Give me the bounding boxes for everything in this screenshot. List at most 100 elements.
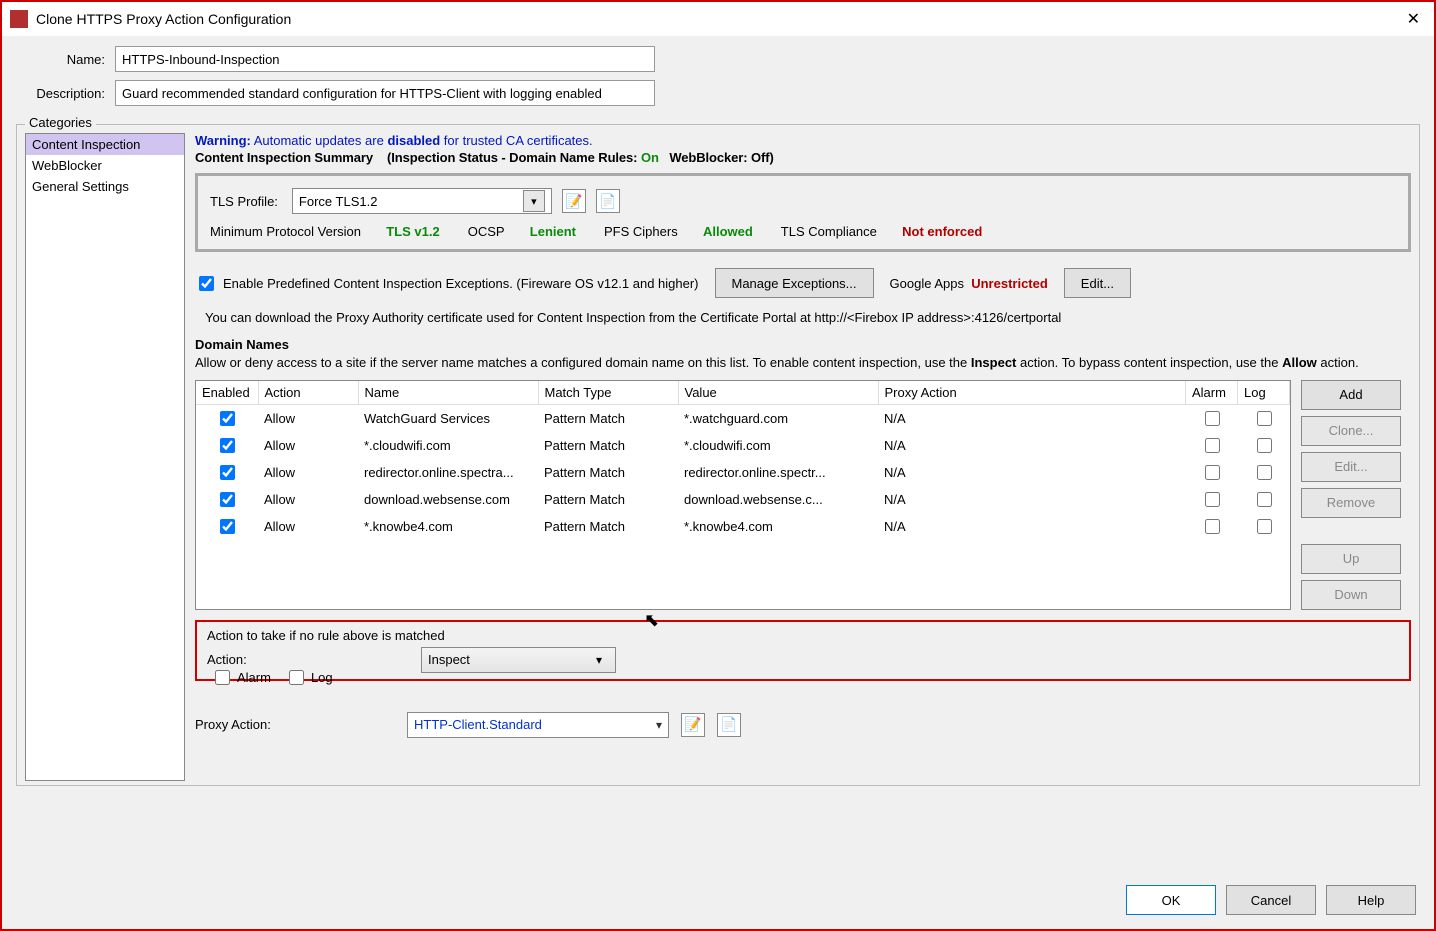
col-match[interactable]: Match Type xyxy=(538,381,678,405)
row-name: *.knowbe4.com xyxy=(358,513,538,540)
chevron-down-icon[interactable]: ▾ xyxy=(589,653,609,667)
add-button[interactable]: Add xyxy=(1301,380,1401,410)
row-enabled-checkbox[interactable] xyxy=(220,411,235,426)
fallback-alarm-checkbox[interactable] xyxy=(215,670,230,685)
chevron-down-icon[interactable]: ▾ xyxy=(523,190,545,212)
row-alarm-checkbox[interactable] xyxy=(1205,411,1220,426)
cancel-button[interactable]: Cancel xyxy=(1226,885,1316,915)
categories-fieldset: Categories Content Inspection WebBlocker… xyxy=(16,124,1420,786)
row-name: download.websense.com xyxy=(358,486,538,513)
cat-item-webblocker[interactable]: WebBlocker xyxy=(26,155,184,176)
exceptions-checkbox[interactable] xyxy=(199,276,214,291)
pfs-value: Allowed xyxy=(703,224,753,239)
categories-list[interactable]: Content Inspection WebBlocker General Se… xyxy=(25,133,185,781)
fallback-log-wrap[interactable]: Log xyxy=(285,667,333,688)
fallback-log-checkbox[interactable] xyxy=(289,670,304,685)
tls-profile-label: TLS Profile: xyxy=(210,194,278,209)
help-button[interactable]: Help xyxy=(1326,885,1416,915)
row-alarm-checkbox[interactable] xyxy=(1205,465,1220,480)
col-enabled[interactable]: Enabled xyxy=(196,381,258,405)
compliance-value: Not enforced xyxy=(902,224,982,239)
tls-profile-select[interactable]: Force TLS1.2 ▾ xyxy=(292,188,552,214)
fallback-action-label: Action: xyxy=(207,652,407,667)
manage-exceptions-button[interactable]: Manage Exceptions... xyxy=(715,268,874,298)
google-apps-value: Unrestricted xyxy=(971,276,1048,291)
table-row[interactable]: Allow*.cloudwifi.comPattern Match*.cloud… xyxy=(196,432,1290,459)
add-tls-icon[interactable]: 📄 xyxy=(596,189,620,213)
row-value: *.watchguard.com xyxy=(678,404,878,432)
ocsp-value: Lenient xyxy=(530,224,576,239)
row-enabled-checkbox[interactable] xyxy=(220,465,235,480)
row-log-checkbox[interactable] xyxy=(1257,519,1272,534)
app-icon xyxy=(10,10,28,28)
warning-prefix: Warning: xyxy=(195,133,251,148)
table-row[interactable]: Allowredirector.online.spectra...Pattern… xyxy=(196,459,1290,486)
row-match: Pattern Match xyxy=(538,432,678,459)
fallback-header: Action to take if no rule above is match… xyxy=(207,628,1399,643)
name-input[interactable] xyxy=(115,46,655,72)
description-input[interactable] xyxy=(115,80,655,106)
row-log-checkbox[interactable] xyxy=(1257,492,1272,507)
row-enabled-checkbox[interactable] xyxy=(220,519,235,534)
proxy-action-label: Proxy Action: xyxy=(195,717,395,732)
row-match: Pattern Match xyxy=(538,404,678,432)
ok-button[interactable]: OK xyxy=(1126,885,1216,915)
min-protocol-value: TLS v1.2 xyxy=(386,224,439,239)
exceptions-checkbox-label: Enable Predefined Content Inspection Exc… xyxy=(223,276,699,291)
fallback-alarm-label: Alarm xyxy=(237,670,271,685)
row-match: Pattern Match xyxy=(538,486,678,513)
chevron-down-icon[interactable]: ▾ xyxy=(656,718,662,732)
row-alarm-checkbox[interactable] xyxy=(1205,519,1220,534)
up-button[interactable]: Up xyxy=(1301,544,1401,574)
proxy-action-select[interactable]: HTTP-Client.Standard ▾ xyxy=(407,712,669,738)
add-proxy-icon[interactable]: 📄 xyxy=(717,713,741,737)
domain-names-header: Domain Names xyxy=(195,337,1411,352)
clone-button[interactable]: Clone... xyxy=(1301,416,1401,446)
row-alarm-checkbox[interactable] xyxy=(1205,492,1220,507)
domain-names-table[interactable]: Enabled Action Name Match Type Value Pro… xyxy=(195,380,1291,610)
row-proxy: N/A xyxy=(878,486,1186,513)
col-alarm[interactable]: Alarm xyxy=(1186,381,1238,405)
cat-item-content-inspection[interactable]: Content Inspection xyxy=(26,134,184,155)
col-proxy[interactable]: Proxy Action xyxy=(878,381,1186,405)
row-action: Allow xyxy=(258,513,358,540)
close-icon[interactable]: ✕ xyxy=(1401,9,1426,29)
row-action: Allow xyxy=(258,404,358,432)
row-proxy: N/A xyxy=(878,432,1186,459)
cert-note: You can download the Proxy Authority cer… xyxy=(205,310,1411,325)
row-enabled-checkbox[interactable] xyxy=(220,492,235,507)
row-action: Allow xyxy=(258,432,358,459)
row-alarm-checkbox[interactable] xyxy=(1205,438,1220,453)
name-label: Name: xyxy=(20,52,105,67)
row-log-checkbox[interactable] xyxy=(1257,411,1272,426)
row-enabled-checkbox[interactable] xyxy=(220,438,235,453)
row-value: *.knowbe4.com xyxy=(678,513,878,540)
col-log[interactable]: Log xyxy=(1238,381,1290,405)
row-log-checkbox[interactable] xyxy=(1257,438,1272,453)
google-apps-label: Google Apps xyxy=(890,276,964,291)
col-action[interactable]: Action xyxy=(258,381,358,405)
down-button[interactable]: Down xyxy=(1301,580,1401,610)
col-value[interactable]: Value xyxy=(678,381,878,405)
edit-button[interactable]: Edit... xyxy=(1301,452,1401,482)
description-label: Description: xyxy=(20,86,105,101)
row-log-checkbox[interactable] xyxy=(1257,465,1272,480)
remove-button[interactable]: Remove xyxy=(1301,488,1401,518)
row-name: *.cloudwifi.com xyxy=(358,432,538,459)
edit-proxy-icon[interactable]: 📝 xyxy=(681,713,705,737)
table-row[interactable]: AllowWatchGuard ServicesPattern Match*.w… xyxy=(196,404,1290,432)
edit-tls-icon[interactable]: 📝 xyxy=(562,189,586,213)
form-top: Name: Description: xyxy=(2,36,1434,120)
domain-names-description: Allow or deny access to a site if the se… xyxy=(195,354,1411,372)
fallback-alarm-wrap[interactable]: Alarm xyxy=(211,667,271,688)
col-name[interactable]: Name xyxy=(358,381,538,405)
row-proxy: N/A xyxy=(878,513,1186,540)
exceptions-checkbox-wrap[interactable]: Enable Predefined Content Inspection Exc… xyxy=(195,273,699,294)
table-row[interactable]: Allowdownload.websense.comPattern Matchd… xyxy=(196,486,1290,513)
edit-google-apps-button[interactable]: Edit... xyxy=(1064,268,1131,298)
row-match: Pattern Match xyxy=(538,513,678,540)
row-value: download.websense.c... xyxy=(678,486,878,513)
table-row[interactable]: Allow*.knowbe4.comPattern Match*.knowbe4… xyxy=(196,513,1290,540)
webblocker-status: Off xyxy=(751,150,769,165)
cat-item-general-settings[interactable]: General Settings xyxy=(26,176,184,197)
